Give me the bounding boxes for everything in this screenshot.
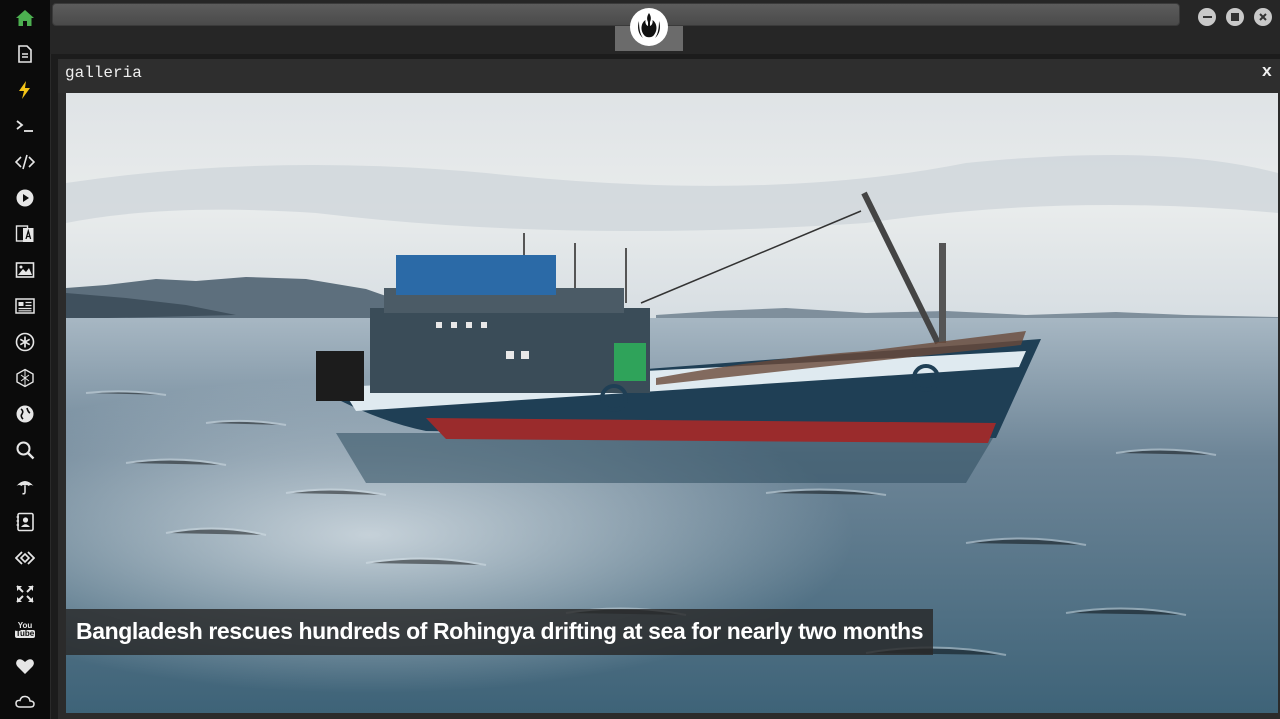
- newspaper-icon[interactable]: [12, 293, 38, 319]
- expand-icon[interactable]: [12, 581, 38, 607]
- rebel-alliance-logo-icon[interactable]: [630, 8, 668, 46]
- close-icon[interactable]: [1254, 8, 1272, 26]
- dev-icon[interactable]: [12, 545, 38, 571]
- maximize-icon[interactable]: [1226, 8, 1244, 26]
- document-icon[interactable]: [12, 41, 38, 67]
- search-icon[interactable]: [12, 437, 38, 463]
- galleria-window: galleria x Bangladesh rescues hundreds o…: [58, 59, 1280, 719]
- globe-icon[interactable]: [12, 401, 38, 427]
- image-icon[interactable]: [12, 257, 38, 283]
- translate-icon[interactable]: [12, 221, 38, 247]
- terminal-icon[interactable]: [12, 113, 38, 139]
- app-dock: You Tube: [0, 0, 51, 719]
- hexagon-icon[interactable]: [12, 365, 38, 391]
- minimize-icon[interactable]: [1198, 8, 1216, 26]
- home-icon[interactable]: [12, 5, 38, 31]
- code-icon[interactable]: [12, 149, 38, 175]
- window-close-button[interactable]: x: [1262, 63, 1272, 82]
- asterisk-icon[interactable]: [12, 329, 38, 355]
- cloud-icon[interactable]: [12, 689, 38, 715]
- lightning-icon[interactable]: [12, 77, 38, 103]
- image-caption: Bangladesh rescues hundreds of Rohingya …: [66, 609, 934, 655]
- contact-icon[interactable]: [12, 509, 38, 535]
- youtube-label-bottom: Tube: [14, 629, 36, 638]
- youtube-icon[interactable]: You Tube: [12, 617, 38, 643]
- window-titlebar[interactable]: galleria x: [58, 59, 1280, 93]
- umbrella-icon[interactable]: [12, 473, 38, 499]
- play-icon[interactable]: [12, 185, 38, 211]
- window-title: galleria: [65, 64, 142, 82]
- address-bar[interactable]: [52, 3, 1180, 26]
- heart-icon[interactable]: [12, 653, 38, 679]
